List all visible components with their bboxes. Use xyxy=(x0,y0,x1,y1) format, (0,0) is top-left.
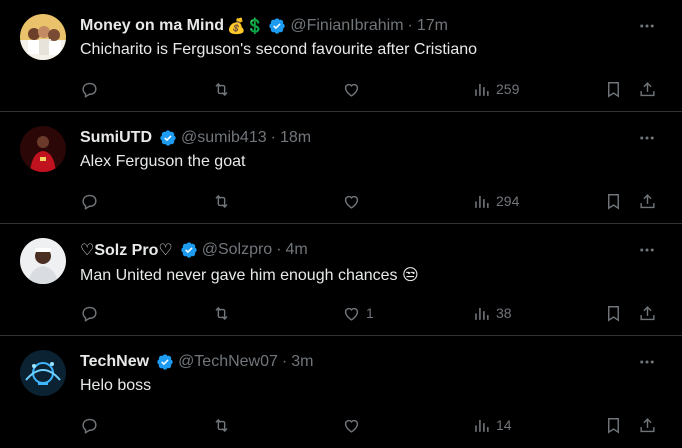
retweet-button[interactable] xyxy=(212,79,231,99)
share-icon xyxy=(640,193,655,208)
avatar[interactable] xyxy=(20,238,66,284)
display-name[interactable]: Money on ma Mind xyxy=(80,17,224,35)
views-button[interactable]: 38 xyxy=(472,303,512,323)
view-count: 38 xyxy=(496,305,512,321)
view-count: 294 xyxy=(496,193,520,209)
share-button[interactable] xyxy=(638,415,657,435)
views-icon xyxy=(475,83,489,96)
like-count: 1 xyxy=(366,305,374,321)
bookmark-icon xyxy=(608,81,619,98)
avatar[interactable] xyxy=(20,14,66,60)
more-icon[interactable] xyxy=(636,239,658,261)
display-name[interactable]: ♡Solz Pro♡ xyxy=(80,240,173,260)
retweet-icon xyxy=(215,82,228,96)
retweet-button[interactable] xyxy=(212,415,231,435)
tweet-text: Chicharito is Ferguson's second favourit… xyxy=(80,41,478,58)
tweet-4[interactable]: TechNew @TechNew07 · 3m Helo boss 14 xyxy=(0,336,682,448)
reply-icon xyxy=(82,194,97,210)
like-icon xyxy=(344,195,359,209)
timestamp[interactable]: 17m xyxy=(417,17,448,35)
like-button[interactable] xyxy=(342,191,366,211)
separator: · xyxy=(281,353,288,370)
reply-button[interactable] xyxy=(80,191,99,211)
timestamp[interactable]: 18m xyxy=(280,129,311,147)
separator: · xyxy=(407,17,413,34)
retweet-button[interactable] xyxy=(212,303,231,323)
reply-button[interactable] xyxy=(80,79,99,99)
handle[interactable]: @TechNew07 xyxy=(178,353,278,371)
display-name[interactable]: SumiUTD xyxy=(80,129,152,147)
verified-badge-icon xyxy=(160,130,176,146)
share-icon xyxy=(640,81,655,96)
reply-icon xyxy=(82,418,97,434)
bookmark-button[interactable] xyxy=(604,79,623,99)
separator: · xyxy=(270,129,276,146)
name-emoji: 💰💲 xyxy=(227,18,265,35)
bookmark-button[interactable] xyxy=(604,415,623,435)
tweet-text: Alex Ferguson the goat xyxy=(80,153,246,170)
views-icon xyxy=(475,195,489,208)
reply-button[interactable] xyxy=(80,303,99,323)
verified-badge-icon xyxy=(181,242,197,258)
share-icon xyxy=(640,417,655,432)
avatar[interactable] xyxy=(20,126,66,172)
tweet-3[interactable]: ♡Solz Pro♡ @Solzpro · 4m Man United neve… xyxy=(0,224,682,336)
more-icon[interactable] xyxy=(636,351,658,373)
tweet-text: Helo boss xyxy=(80,377,152,394)
retweet-button[interactable] xyxy=(212,191,231,211)
views-button[interactable]: 259 xyxy=(472,79,519,99)
share-icon xyxy=(640,305,655,320)
more-icon[interactable] xyxy=(636,15,658,37)
like-button[interactable] xyxy=(342,79,366,99)
reply-icon xyxy=(82,306,97,322)
retweet-icon xyxy=(215,418,228,432)
bookmark-icon xyxy=(608,193,619,210)
verified-badge-icon xyxy=(269,18,286,34)
share-button[interactable] xyxy=(638,79,657,99)
handle[interactable]: @Solzpro xyxy=(202,241,273,259)
retweet-icon xyxy=(215,306,228,320)
tweet-1[interactable]: Money on ma Mind 💰💲 @FinianIbrahim · 17m… xyxy=(0,0,682,112)
views-button[interactable]: 14 xyxy=(472,415,512,435)
like-icon xyxy=(344,307,359,321)
tweet-2[interactable]: SumiUTD @sumib413 · 18m Alex Ferguson th… xyxy=(0,112,682,224)
views-icon xyxy=(475,307,489,320)
handle[interactable]: @FinianIbrahim xyxy=(290,17,403,35)
like-button[interactable]: 1 xyxy=(342,303,374,323)
view-count: 259 xyxy=(496,81,520,97)
share-button[interactable] xyxy=(638,191,657,211)
avatar[interactable] xyxy=(20,350,66,396)
tweet-text: Man United never gave him enough chances… xyxy=(80,267,419,284)
like-icon xyxy=(344,83,359,97)
bookmark-icon xyxy=(608,417,619,434)
reply-button[interactable] xyxy=(80,415,99,435)
display-name[interactable]: TechNew xyxy=(80,353,149,371)
bookmark-icon xyxy=(608,305,619,322)
separator: · xyxy=(276,241,282,258)
timestamp[interactable]: 4m xyxy=(286,241,308,259)
more-icon[interactable] xyxy=(636,127,658,149)
bookmark-button[interactable] xyxy=(604,303,623,323)
like-icon xyxy=(344,419,359,433)
like-button[interactable] xyxy=(342,415,366,435)
retweet-icon xyxy=(215,194,228,208)
share-button[interactable] xyxy=(638,303,657,323)
views-icon xyxy=(475,419,489,432)
timestamp[interactable]: 3m xyxy=(291,353,313,371)
verified-badge-icon xyxy=(157,354,173,370)
view-count: 14 xyxy=(496,417,512,433)
reply-icon xyxy=(82,82,97,98)
handle[interactable]: @sumib413 xyxy=(181,129,267,147)
views-button[interactable]: 294 xyxy=(472,191,519,211)
bookmark-button[interactable] xyxy=(604,191,623,211)
